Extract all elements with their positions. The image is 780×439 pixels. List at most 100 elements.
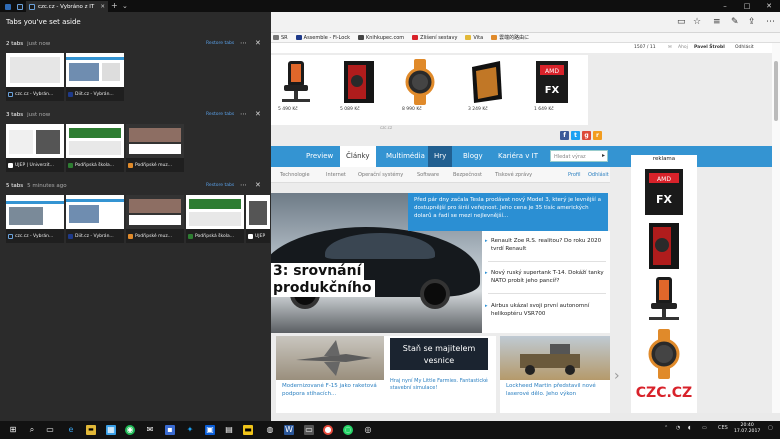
clock[interactable]: 20:40 17.07.2017: [734, 423, 760, 435]
product-ad-strip[interactable]: 5 490 Kč 5 089 Kč 8 990 Kč 3 249 Kč AMD …: [270, 55, 588, 125]
user-name[interactable]: Pavel Štrobl: [694, 45, 725, 50]
tab-card[interactable]: UJEP | Univerzit...: [6, 124, 64, 172]
windows-start-icon[interactable]: ⊞: [8, 425, 18, 435]
nav-multimedia[interactable]: Multimédia: [380, 146, 431, 167]
file-explorer-icon[interactable]: ▬: [86, 425, 96, 435]
subnav-item[interactable]: Bezpečnost: [453, 172, 482, 178]
subnav-item[interactable]: Technologie: [280, 172, 310, 178]
tab-card[interactable]: Podřipské muz...: [126, 195, 184, 243]
nav-blogy[interactable]: Blogy: [457, 146, 489, 167]
ad-item[interactable]: 5 490 Kč: [270, 57, 322, 123]
hero-caption[interactable]: Před pár dny začala Tesla prodávat nový …: [408, 193, 608, 231]
spotify-icon[interactable]: ◉: [125, 425, 135, 435]
more-icon[interactable]: ⋯: [240, 181, 247, 189]
nav-preview[interactable]: Preview: [300, 146, 339, 167]
close-icon[interactable]: ✕: [255, 110, 261, 118]
more-icon[interactable]: ⋯: [766, 17, 775, 27]
store-icon[interactable]: ▦: [106, 425, 116, 435]
close-tab-icon[interactable]: ✕: [100, 4, 105, 10]
favorite-item[interactable]: Assemble - Fi-Lock: [295, 35, 350, 41]
nav-kariera[interactable]: Kariéra v IT: [492, 146, 544, 167]
tab-list-chevron-icon[interactable]: ⌄: [122, 1, 128, 11]
article-card[interactable]: Modernizované F-15 jako raketová podpora…: [276, 336, 384, 413]
subnav-item[interactable]: Internet: [326, 172, 346, 178]
close-icon[interactable]: ✕: [255, 181, 261, 189]
nav-clanky[interactable]: Články: [340, 146, 376, 167]
ad-item[interactable]: 5 089 Kč: [332, 57, 384, 123]
ad-item[interactable]: 3 249 Kč: [460, 57, 512, 123]
more-icon[interactable]: ⋯: [240, 110, 247, 118]
network-icon[interactable]: ◔: [676, 425, 680, 431]
nav-hry[interactable]: Hry: [428, 146, 453, 167]
tab-card[interactable]: Diit.cz - Vybrán...: [66, 53, 124, 101]
whatsapp-icon[interactable]: ◌: [343, 425, 353, 435]
story-item[interactable]: ▸ Nový ruský supertank T-14. Dokáží tanky…: [482, 269, 610, 285]
reading-view-icon[interactable]: ▭: [677, 17, 686, 27]
calendar-icon[interactable]: ▤: [224, 425, 234, 435]
notes-icon[interactable]: ✎: [731, 17, 739, 27]
tab-aside-button[interactable]: [2, 1, 14, 12]
story-item[interactable]: ▸ Renault Zoe R.S. realitou? Do roku 2020…: [482, 237, 610, 253]
tab-card[interactable]: Diit.cz - Vybrán...: [66, 195, 124, 243]
share-icon[interactable]: ⇪: [748, 17, 756, 27]
tab-czc[interactable]: czc.cz - Vybráno z IT ✕: [26, 1, 108, 12]
restore-tabs-button[interactable]: Restore tabs: [206, 41, 234, 46]
profile-link[interactable]: Profil: [568, 172, 580, 178]
edge-browser-icon[interactable]: e: [66, 425, 76, 435]
tab-card[interactable]: UJEP: [246, 195, 270, 243]
tab-card[interactable]: Podřipská škola...: [186, 195, 244, 243]
notification-icon[interactable]: ▢: [768, 425, 773, 431]
ad-item[interactable]: AMD FX 1 649 Kč: [526, 57, 578, 123]
tab-card[interactable]: Podřipské muz...: [126, 124, 184, 172]
search-arrow-icon[interactable]: ▸: [602, 153, 605, 159]
rss-icon[interactable]: r: [593, 131, 602, 140]
side-ad[interactable]: reklama AMD FX CZC.CZ: [631, 155, 697, 413]
app-icon[interactable]: ▣: [205, 425, 215, 435]
page-scrollbar[interactable]: [772, 43, 780, 413]
story-item[interactable]: ▸ Airbus ukázal svoji první autonomní hel…: [482, 302, 610, 318]
subnav-item[interactable]: Software: [417, 172, 439, 178]
google-plus-icon[interactable]: g: [582, 131, 591, 140]
restore-tabs-button[interactable]: Restore tabs: [206, 112, 234, 117]
article-card[interactable]: Lockheed Martin představil nové laserové…: [500, 336, 610, 413]
language-indicator[interactable]: CES: [718, 425, 728, 431]
tab-card[interactable]: Podřipská škola...: [66, 124, 124, 172]
subnav-item[interactable]: Tiskové zprávy: [495, 172, 532, 178]
favorite-item[interactable]: 雲端的路由に: [491, 34, 529, 41]
mail-icon[interactable]: ✉: [145, 425, 155, 435]
favorite-item[interactable]: Knihkupec.com: [357, 35, 404, 41]
restore-tabs-button[interactable]: Restore tabs: [206, 183, 234, 188]
favorite-star-icon[interactable]: ☆: [693, 17, 701, 27]
scrollbar-thumb[interactable]: [774, 61, 778, 121]
twitter-icon[interactable]: ✦: [185, 425, 195, 435]
word-icon[interactable]: W: [284, 425, 294, 435]
favorite-item[interactable]: Zlišení sestavy: [412, 35, 457, 41]
close-window-button[interactable]: ✕: [758, 0, 780, 12]
hub-icon[interactable]: ≡: [713, 17, 721, 27]
chrome-icon[interactable]: ●: [323, 425, 333, 435]
keyboard-icon[interactable]: ▭: [702, 425, 707, 431]
search-input[interactable]: Hledat výraz ▸: [550, 150, 608, 162]
next-arrow-icon[interactable]: ›: [614, 368, 620, 384]
folder-icon[interactable]: ▬: [243, 425, 253, 435]
mail-icon[interactable]: ✉: [668, 45, 672, 50]
search-icon[interactable]: ⌕: [27, 425, 37, 435]
twitter-icon[interactable]: t: [571, 131, 580, 140]
minimize-button[interactable]: –: [714, 0, 736, 12]
ad-callout[interactable]: Staň se majitelem vesnice Hraj nyní My L…: [384, 336, 496, 413]
save-icon[interactable]: ▪: [165, 425, 175, 435]
tab-card[interactable]: czc.cz - Vybrán...: [6, 195, 64, 243]
notes-app-icon[interactable]: ▭: [304, 425, 314, 435]
tab-card[interactable]: czc.cz - Vybrán...: [6, 53, 64, 101]
new-tab-button[interactable]: +: [111, 1, 118, 11]
volume-icon[interactable]: ◖: [688, 425, 691, 431]
subnav-item[interactable]: Operační systémy: [358, 172, 403, 178]
more-icon[interactable]: ⋯: [240, 39, 247, 47]
logout-link[interactable]: Odhlásit: [735, 45, 754, 50]
favorite-item[interactable]: SR: [273, 35, 288, 41]
favorite-item[interactable]: Vita: [465, 35, 483, 41]
facebook-icon[interactable]: f: [560, 131, 569, 140]
app-icon[interactable]: ◍: [265, 425, 275, 435]
maximize-button[interactable]: □: [736, 0, 758, 12]
logout-link-2[interactable]: Odhlásit: [588, 172, 609, 178]
